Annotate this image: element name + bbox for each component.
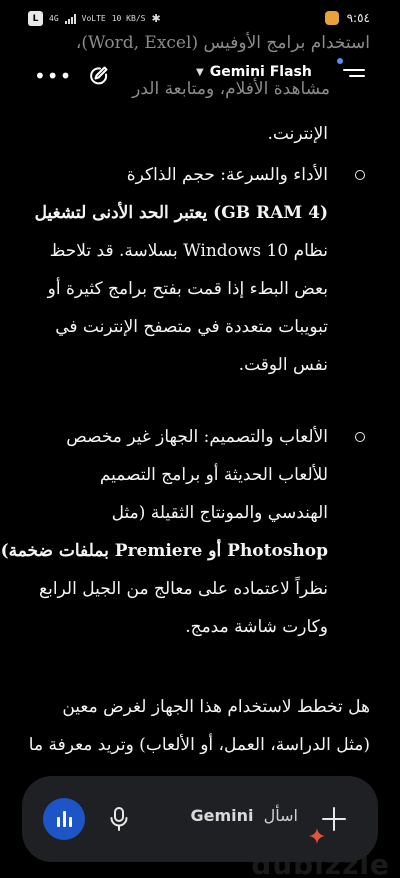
item-line: للألعاب الحديثة أو برامج التصميم [99,465,328,485]
top-app-bar: ••• ▼ Gemini Flash [0,58,400,94]
data-speed: 10 KB/S [111,13,146,23]
status-left: L 4G VoLTE 10 KB/S ✱ [28,11,161,26]
bullet-icon [350,166,370,186]
item-line: الأداء والسرعة: حجم الذاكرة [126,165,328,185]
question-line: هل تخطط لاستخدام هذا الجهاز لغرض معين [62,697,370,717]
response-content: استخدام برامج الأوفيس (Word, Excel)، مشا… [0,30,400,878]
sim-badge: L [28,11,43,26]
item-line: (4 GB RAM) يعتبر الحد الأدنى لتشغيل [34,203,328,223]
status-bar: L 4G VoLTE 10 KB/S ✱ ٩:٥٤ [0,0,400,30]
notification-dot [337,58,343,64]
status-right: ٩:٥٤ [324,11,370,25]
clock: ٩:٥٤ [346,11,370,25]
model-name: Gemini Flash [209,64,312,80]
edit-pen-icon[interactable] [86,64,110,88]
sparkle-icon [309,828,325,844]
question-line: (مثل الدراسة، العمل، أو الألعاب) وتريد م… [28,735,370,755]
volte-label: VoLTE [81,13,106,23]
menu-lines-icon[interactable] [343,69,365,83]
item-line: الهندسي والمونتاج الثقيلة (مثل [111,503,328,523]
placeholder-brand: Gemini [190,806,254,825]
signal-icon [64,13,76,24]
chevron-down-icon: ▼ [196,66,204,78]
list-item-performance: الأداء والسرعة: حجم الذاكرة (4 GB RAM) ي… [28,156,328,384]
plus-icon[interactable] [322,807,346,831]
continued-line: الإنترنت. [267,124,329,144]
bluetooth-icon: ✱ [151,12,161,25]
item-line: نفس الوقت. [238,355,328,375]
model-selector[interactable]: ▼ Gemini Flash [196,64,312,80]
item-line: نظراً لاعتماده على معالج من الجيل الرابع [39,579,328,599]
placeholder-prefix: اسأل [263,806,298,825]
follow-up-question: هل تخطط لاستخدام هذا الجهاز لغرض معين (م… [25,688,370,764]
item-line: بعض البطء إذا قمت بفتح برامج كثيرة أو [47,279,328,299]
item-line: تبويبات متعددة في متصفح الإنترنت في [55,317,328,337]
prompt-input-bar[interactable]: Gemini اسأل [22,776,378,862]
item-line: Photoshop أو Premiere بملفات ضخمة)، [0,541,328,561]
battery-icon [324,11,339,25]
list-item-gaming-design: الألعاب والتصميم: الجهاز غير مخصص للألعا… [0,418,328,646]
network-type: 4G [49,13,59,23]
item-line: وكارت شاشة مدمج. [185,617,328,637]
item-line: الألعاب والتصميم: الجهاز غير مخصص [66,427,328,447]
more-horizontal-icon[interactable]: ••• [34,66,72,86]
item-line: نظام Windows 10 بسلاسة. قد تلاحظ [49,241,328,261]
prompt-placeholder[interactable]: Gemini اسأل [22,806,298,825]
bullet-icon [350,428,370,448]
